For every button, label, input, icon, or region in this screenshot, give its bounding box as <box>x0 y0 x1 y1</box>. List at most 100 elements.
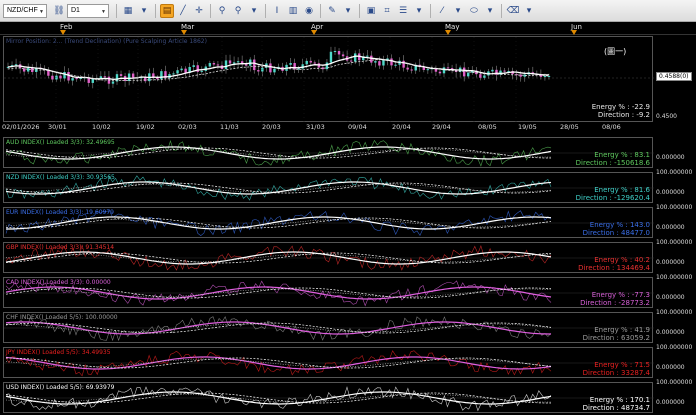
candle <box>337 48 341 60</box>
month-label: Mar <box>181 23 194 35</box>
candle <box>188 63 191 77</box>
timeframe-value: D1 <box>71 7 80 14</box>
candle <box>180 65 183 73</box>
crosshair-icon[interactable]: ✛ <box>192 4 206 18</box>
index-axis-label: 0.000000 <box>656 399 685 406</box>
index-panel[interactable]: USD INDEX() Loaded 5/5): 69.93979 Energy … <box>3 382 654 413</box>
eraser-dropdown-icon[interactable]: ▾ <box>522 4 536 18</box>
index-axis-max-label: 100.000000 <box>656 344 693 351</box>
candle <box>236 57 240 68</box>
date-tick-label: 10/02 <box>92 123 111 131</box>
line-icon[interactable]: ╱ <box>176 4 190 18</box>
index-axis-label: 0.000000 <box>656 154 685 161</box>
candle <box>410 66 413 74</box>
ellipse-dropdown-icon[interactable]: ▾ <box>483 4 497 18</box>
zoom-out-icon[interactable]: ⚲ <box>231 4 245 18</box>
energy-readout: Energy % : 41.9 <box>594 326 650 334</box>
date-tick-label: 02/03 <box>178 123 197 131</box>
candlestick-chart <box>4 37 654 123</box>
candle <box>467 66 470 79</box>
candle <box>240 55 244 69</box>
timeframe-select[interactable]: D1 ▼ <box>67 3 109 18</box>
energy-readout: Energy % : 81.6 <box>594 186 650 194</box>
date-tick-label: 09/04 <box>348 123 367 131</box>
candle <box>261 62 264 77</box>
brush-dropdown-icon[interactable]: ▾ <box>451 4 465 18</box>
index-panel[interactable]: NZD INDEX() Loaded 3/3): 30.93565 Energy … <box>3 172 654 203</box>
candle <box>511 67 514 80</box>
index-axis-label: 0.000000 <box>656 294 685 301</box>
ellipse-icon[interactable]: ⬭ <box>467 4 481 18</box>
index-panel[interactable]: AUD INDEX() Loaded 3/3): 32.49695 Energy … <box>3 137 654 168</box>
direction-readout: Direction : 48734.7 <box>582 404 650 412</box>
candle <box>103 71 107 83</box>
candle <box>144 74 147 84</box>
candle <box>462 62 466 82</box>
pencil-icon[interactable]: ✎ <box>325 4 339 18</box>
index-label: USD INDEX() Loaded 5/5): 69.93979 <box>6 384 115 391</box>
index-panel[interactable]: CAD INDEX() Loaded 3/3): 0.00000 Energy %… <box>3 277 654 308</box>
candle <box>176 67 179 79</box>
image-icon[interactable]: ▣ <box>364 4 378 18</box>
settings-dropdown-icon[interactable]: ▾ <box>137 4 151 18</box>
energy-readout: Energy % : -77.3 <box>591 291 650 299</box>
date-tick-label: 20/04 <box>392 123 411 131</box>
globe-icon[interactable]: ◉ <box>302 4 316 18</box>
date-tick-label: 11/03 <box>220 123 239 131</box>
candle <box>483 70 486 80</box>
index-axis-label: 0.000000 <box>656 329 685 336</box>
candle <box>434 65 438 77</box>
index-axis-max-label: 100.000000 <box>656 169 693 176</box>
candle <box>6 62 10 70</box>
index-label: GBP INDEX() Loaded 3/3): 91.34514 <box>6 244 115 251</box>
candle <box>192 60 195 71</box>
eraser-icon[interactable]: ⌫ <box>506 4 520 18</box>
candle <box>156 75 159 82</box>
candle <box>55 72 58 83</box>
candle <box>418 58 421 72</box>
period-icon[interactable]: ▤ <box>160 3 174 18</box>
index-panel[interactable]: EUR INDEX() Loaded 3/3): 19.60979 Energy … <box>3 207 654 238</box>
symbol-select[interactable]: NZD/CHF ▼ <box>3 3 47 18</box>
candle <box>244 59 248 71</box>
index-label: AUD INDEX() Loaded 3/3): 32.49695 <box>6 139 115 146</box>
candle <box>499 67 502 78</box>
list-dropdown-icon[interactable]: ▾ <box>412 4 426 18</box>
price-chart-panel[interactable]: Mirror Position: 2... (Trend Declination… <box>3 36 654 123</box>
candle <box>47 67 50 79</box>
candle <box>39 63 42 75</box>
index-panel[interactable]: GBP INDEX() Loaded 3/3): 91.34514 Energy … <box>3 242 654 273</box>
energy-readout: Energy % : 40.2 <box>594 256 650 264</box>
candle <box>414 62 417 74</box>
list-icon[interactable]: ☰ <box>396 4 410 18</box>
index-panel[interactable]: JPY INDEX() Loaded 5/5): 34.49935 Energy … <box>3 347 654 378</box>
zoom-in-icon[interactable]: ⚲ <box>215 4 229 18</box>
chain-icon[interactable]: ⛓ <box>52 4 66 18</box>
candle <box>91 74 94 89</box>
energy-readout: Energy % : 143.0 <box>589 221 650 229</box>
candle <box>249 57 252 72</box>
index-panel[interactable]: CHF INDEX() Loaded 5/5): 100.00000 Energy… <box>3 312 654 343</box>
chart-type-icon[interactable]: ▦ <box>121 4 135 18</box>
candle <box>119 70 123 81</box>
direction-readout: Direction : -129620.4 <box>575 194 650 202</box>
grid-icon[interactable]: ▥ <box>286 4 300 18</box>
brush-icon[interactable]: ⁄ <box>435 4 449 18</box>
direction-readout: Direction : 134469.4 <box>578 264 650 272</box>
candle <box>160 69 163 84</box>
candle <box>111 76 115 88</box>
energy-readout: Energy % : 71.5 <box>594 361 650 369</box>
price-level-label: 0.4500 <box>656 113 677 120</box>
date-tick-label: 08/05 <box>478 123 497 131</box>
symbol-value: NZD/CHF <box>7 7 38 14</box>
pencil-dropdown-icon[interactable]: ▾ <box>341 4 355 18</box>
date-tick-label: 28/05 <box>560 123 579 131</box>
tag-icon[interactable]: ⌗ <box>380 4 394 18</box>
candle <box>253 54 256 74</box>
date-tick-label: 02/01/2026 <box>2 123 40 131</box>
index-axis-label: 0.000000 <box>656 259 685 266</box>
text-icon[interactable]: I <box>270 4 284 18</box>
arrow-dropdown-icon[interactable]: ▾ <box>247 4 261 18</box>
index-axis-max-label: 100.000000 <box>656 309 693 316</box>
candle <box>382 55 385 70</box>
